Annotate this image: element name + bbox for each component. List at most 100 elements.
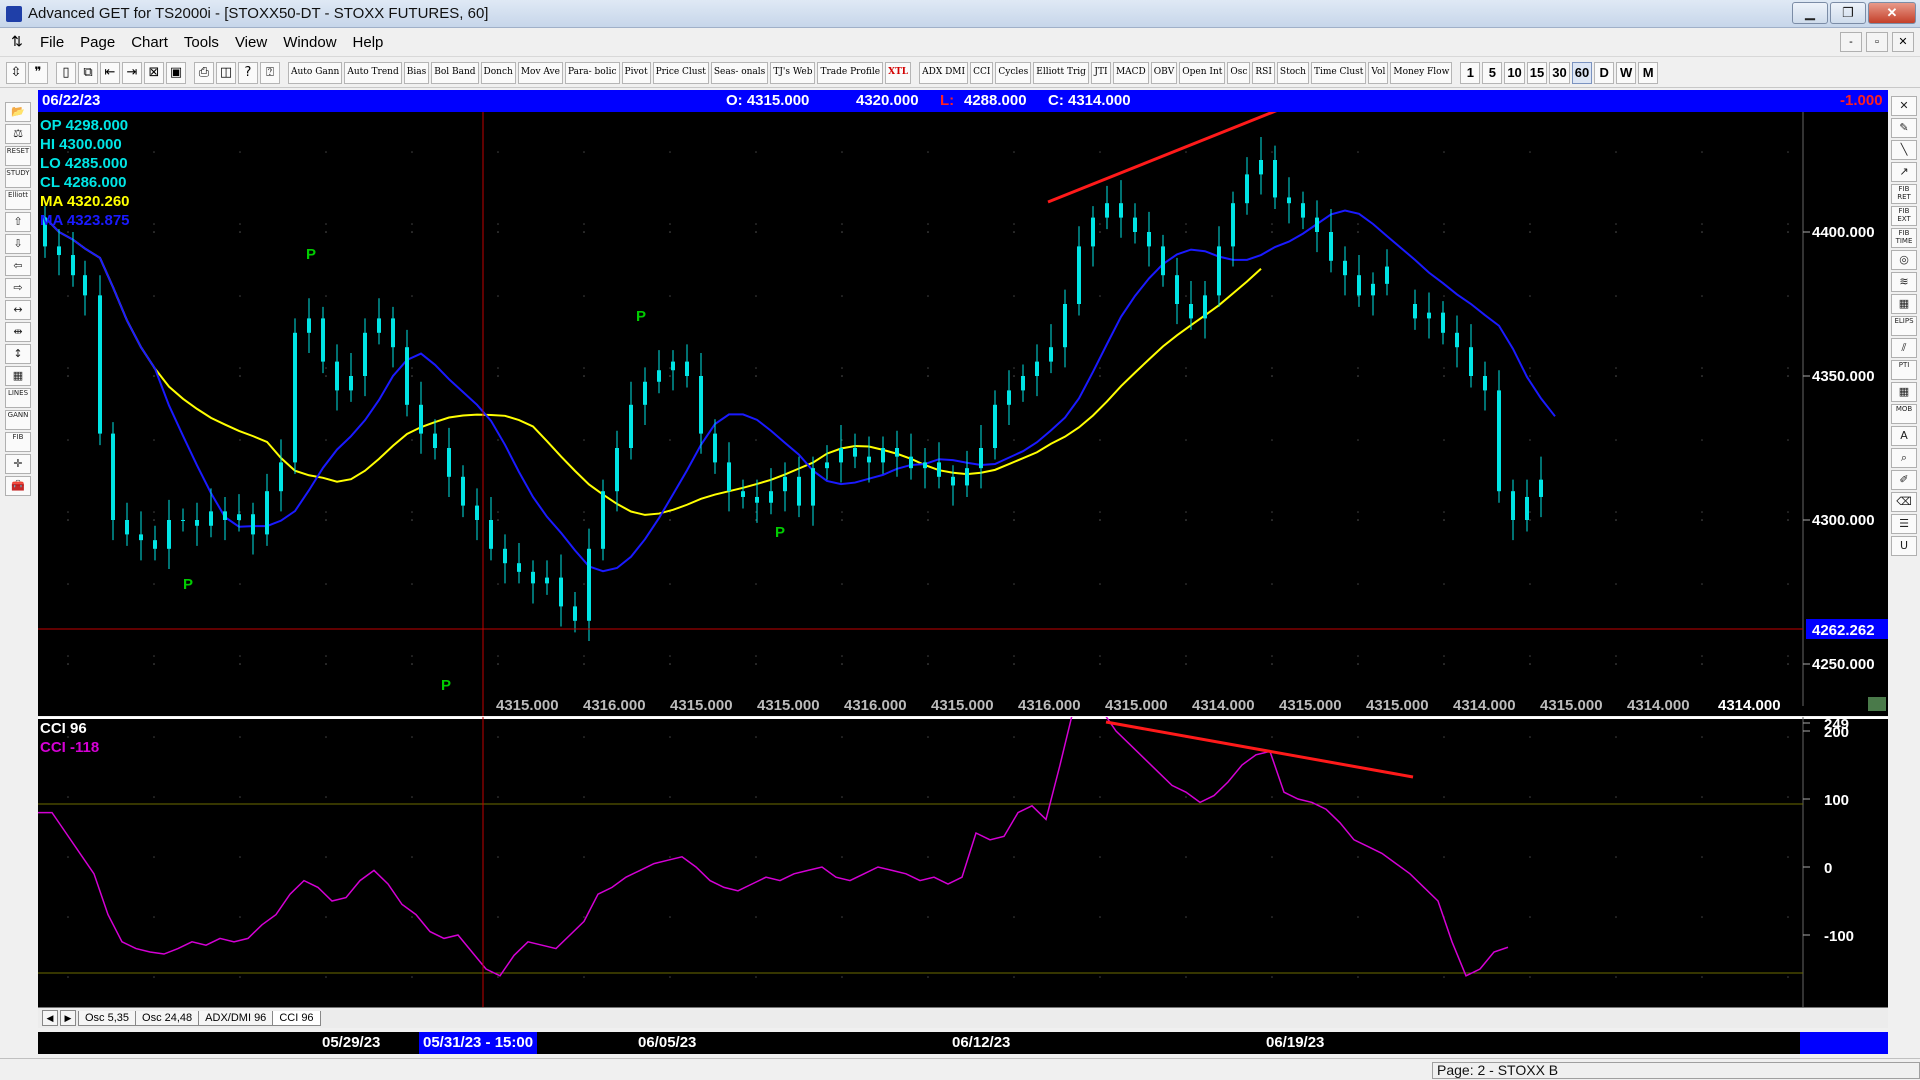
grid-tool-icon[interactable]: ▦ [1891,382,1917,402]
mdi-restore-button[interactable]: ▫ [1866,32,1888,52]
minimize-button[interactable]: ▁ [1792,2,1828,24]
study-jti-button[interactable]: JTI [1090,61,1111,84]
tab-adx-dmi-96[interactable]: ADX/DMI 96 [198,1010,274,1026]
menu-window[interactable]: Window [275,34,344,51]
page-back-icon[interactable]: ⇤ [100,61,120,84]
study-obv-button[interactable]: OBV [1150,61,1178,84]
new-page-icon[interactable]: ▯ [56,61,76,84]
cross-page-icon[interactable]: ⊠ [144,61,164,84]
pointer-icon[interactable]: ⇳ [6,61,26,84]
fib-time-icon[interactable]: FIB TIME [1891,228,1917,248]
study-money-flow-button[interactable]: Money Flow [1390,61,1453,84]
period-15-button[interactable]: 15 [1526,61,1548,84]
menu-file[interactable]: File [32,34,72,51]
undo-icon[interactable]: U [1891,536,1917,556]
period-monthly-button[interactable]: M [1638,61,1659,84]
menu-view[interactable]: View [227,34,275,51]
box-icon[interactable]: ▦ [1891,294,1917,314]
object-list-icon[interactable]: ☰ [1891,514,1917,534]
tab-osc-24-48[interactable]: Osc 24,48 [135,1010,200,1026]
close-tool-icon[interactable]: ✕ [1891,96,1917,116]
study-seasonals-button[interactable]: Seas- onals [710,61,769,84]
close-page-icon[interactable]: ▣ [166,61,186,84]
marker-icon[interactable]: ✐ [1891,470,1917,490]
maximize-button[interactable]: ❐ [1830,2,1866,24]
expand-h-icon[interactable]: ↔ [5,300,31,320]
expand-v-icon[interactable]: ↕ [5,344,31,364]
fib-ext-icon[interactable]: FIB EXT [1891,206,1917,226]
mdi-close-button[interactable]: ✕ [1892,32,1914,52]
line-icon[interactable]: ╲ [1891,140,1917,160]
title-bar[interactable]: Advanced GET for TS2000i - [STOXX50-DT -… [0,0,1920,28]
zoom-icon[interactable]: ⌕ [1891,448,1917,468]
pen-icon[interactable]: ✎ [1891,118,1917,138]
copy-page-icon[interactable]: ⧉ [78,61,98,84]
period-10-button[interactable]: 10 [1504,61,1525,84]
fan-icon[interactable]: ≋ [1891,272,1917,292]
pti-icon[interactable]: PTI [1891,360,1917,380]
arrow-left-icon[interactable]: ⇦ [5,256,31,276]
study-parabolic-button[interactable]: Para- bolic [564,61,620,84]
menu-help[interactable]: Help [345,34,392,51]
period-weekly-button[interactable]: W [1616,61,1637,84]
study-osc-button[interactable]: Osc [1227,61,1251,84]
gann-icon[interactable]: GANN [5,410,31,430]
study-price-clust-button[interactable]: Price Clust [652,61,709,84]
menu-chart[interactable]: Chart [123,34,176,51]
study-bias-button[interactable]: Bias [403,61,430,84]
text-icon[interactable]: A [1891,426,1917,446]
study-open-int-button[interactable]: Open Int [1179,61,1226,84]
fib-ret-icon[interactable]: FIB RET [1891,184,1917,204]
mdi-doc-icon[interactable]: ⇅ [6,33,28,53]
page-forward-icon[interactable]: ⇥ [122,61,142,84]
tab-cci-96[interactable]: CCI 96 [272,1010,321,1026]
crosshair-icon[interactable]: ✛ [5,454,31,474]
elliott-icon[interactable]: Elliott [5,190,31,210]
ray-icon[interactable]: ↗ [1891,162,1917,182]
study-elliott-trig-button[interactable]: Elliott Trig [1033,61,1089,84]
study-macd-button[interactable]: MACD [1112,61,1149,84]
period-1-button[interactable]: 1 [1460,61,1481,84]
study-mov-ave-button[interactable]: Mov Ave [517,61,563,84]
study-trade-profile-button[interactable]: Trade Profile [817,61,884,84]
chart-corner-icon[interactable] [1868,697,1886,711]
study-bol-band-button[interactable]: Bol Band [431,61,479,84]
ellipse-icon[interactable]: ELIPS [1891,316,1917,336]
balance-icon[interactable]: ⚖ [5,124,31,144]
period-30-button[interactable]: 30 [1549,61,1570,84]
price-chart[interactable]: P P P P P 4400.000 4350.000 4300.000 4250.000 4… [38,112,1888,716]
reset-icon[interactable]: RESET [5,146,31,166]
arrow-right-icon[interactable]: ⇨ [5,278,31,298]
compress-h-icon[interactable]: ⇹ [5,322,31,342]
mob-icon[interactable]: MOB [1891,404,1917,424]
quote-icon[interactable]: ❞ [28,61,48,84]
study-stoch-button[interactable]: Stoch [1276,61,1309,84]
close-button[interactable]: ✕ [1868,2,1916,24]
menu-page[interactable]: Page [72,34,123,51]
print-icon[interactable]: ⎙ [194,61,214,84]
fib-icon[interactable]: FIB [5,432,31,452]
study-auto-gann-button[interactable]: Auto Gann [288,61,343,84]
mdi-minimize-button[interactable]: - [1840,32,1862,52]
tab-next-button[interactable]: ▶ [60,1010,76,1026]
preview-icon[interactable]: ◫ [216,61,236,84]
erase-icon[interactable]: ⌫ [1891,492,1917,512]
folder-icon[interactable]: 📂 [5,102,31,122]
tab-osc-5-35[interactable]: Osc 5,35 [78,1010,137,1026]
study-cycles-button[interactable]: Cycles [995,61,1032,84]
toolbox-icon[interactable]: 🧰 [5,476,31,496]
study-cci-button[interactable]: CCI [970,61,994,84]
arrow-up-icon[interactable]: ⇧ [5,212,31,232]
period-60-button[interactable]: 60 [1571,61,1593,84]
tab-prev-button[interactable]: ◀ [42,1010,58,1026]
study-donch-button[interactable]: Donch [480,61,516,84]
menu-tools[interactable]: Tools [176,34,227,51]
study-auto-trend-button[interactable]: Auto Trend [344,61,402,84]
period-5-button[interactable]: 5 [1482,61,1503,84]
study-tjs-web-button[interactable]: TJ's Web [770,61,816,84]
cci-chart[interactable]: 2492001000-100 CCI 96 CCI -118 [38,717,1888,1007]
study-time-clust-button[interactable]: Time Clust [1310,61,1367,84]
study-rsi-button[interactable]: RSI [1252,61,1275,84]
study-vol-button[interactable]: Vol [1368,61,1389,84]
channel-icon[interactable]: ⫽ [1891,338,1917,358]
